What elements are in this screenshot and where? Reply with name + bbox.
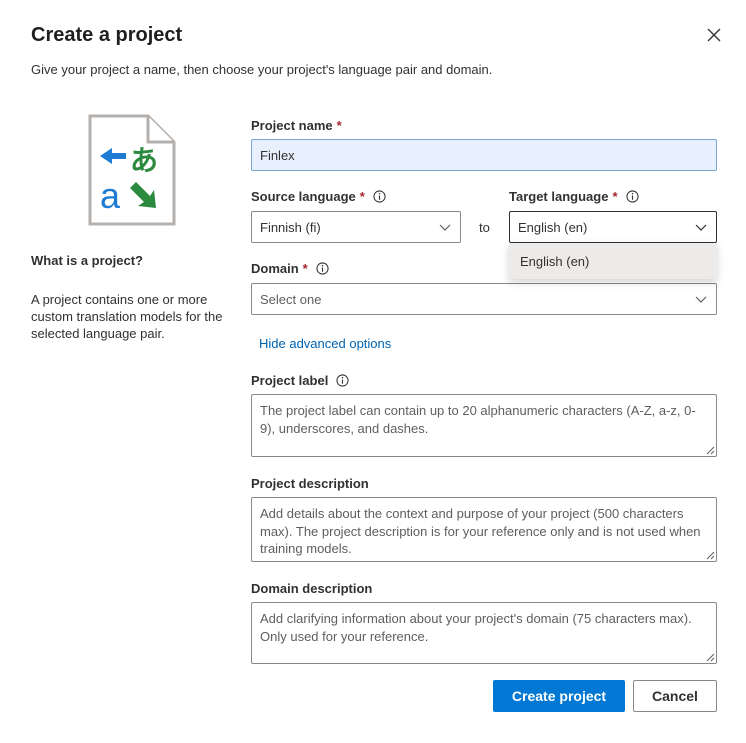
domain-label: Domain * — [251, 261, 329, 276]
dialog-subtitle: Give your project a name, then choose yo… — [31, 62, 493, 77]
project-label-label: Project label — [251, 373, 349, 388]
what-is-project-body: A project contains one or more custom tr… — [31, 292, 223, 341]
required-mark: * — [302, 261, 308, 276]
translate-document-icon: あ a — [86, 112, 178, 228]
target-language-value: English (en) — [518, 219, 588, 235]
close-icon — [707, 28, 721, 42]
resize-grip-icon[interactable] — [706, 551, 715, 560]
source-language-value: Finnish (fi) — [260, 219, 321, 235]
what-is-project-heading: What is a project? — [31, 253, 143, 268]
info-icon[interactable] — [625, 190, 639, 203]
domain-select[interactable]: Select one — [251, 283, 717, 315]
resize-grip-icon[interactable] — [706, 653, 715, 662]
project-name-label: Project name * — [251, 118, 342, 133]
svg-text:a: a — [100, 175, 121, 216]
project-description-placeholder: Add details about the context and purpos… — [260, 506, 701, 556]
create-project-button[interactable]: Create project — [493, 680, 625, 712]
chevron-down-icon — [695, 224, 707, 231]
target-language-label: Target language * — [509, 189, 639, 204]
project-description-label: Project description — [251, 476, 369, 491]
required-mark: * — [612, 189, 618, 204]
project-name-input[interactable]: Finlex — [251, 139, 717, 171]
hide-advanced-options-link[interactable]: Hide advanced options — [259, 336, 391, 351]
target-language-select[interactable]: English (en) — [509, 211, 717, 243]
close-button[interactable] — [701, 22, 727, 48]
chevron-down-icon — [439, 224, 451, 231]
chevron-down-icon — [695, 296, 707, 303]
resize-grip-icon[interactable] — [706, 446, 715, 455]
domain-description-textarea[interactable]: Add clarifying information about your pr… — [251, 602, 717, 664]
svg-text:あ: あ — [130, 144, 158, 177]
to-separator: to — [479, 220, 490, 235]
target-language-option[interactable]: English (en) — [509, 243, 717, 279]
info-icon[interactable] — [316, 262, 329, 275]
domain-description-label: Domain description — [251, 581, 373, 596]
info-icon[interactable] — [373, 190, 386, 203]
cancel-button[interactable]: Cancel — [633, 680, 717, 712]
domain-placeholder: Select one — [260, 291, 322, 307]
domain-description-placeholder: Add clarifying information about your pr… — [260, 611, 692, 644]
project-description-textarea[interactable]: Add details about the context and purpos… — [251, 497, 717, 562]
project-label-textarea[interactable]: The project label can contain up to 20 a… — [251, 394, 717, 457]
info-icon[interactable] — [336, 374, 349, 387]
required-mark: * — [336, 118, 342, 133]
required-mark: * — [359, 189, 365, 204]
project-label-placeholder: The project label can contain up to 20 a… — [260, 403, 696, 436]
dialog-title: Create a project — [31, 24, 183, 46]
source-language-label: Source language * — [251, 189, 386, 204]
source-language-select[interactable]: Finnish (fi) — [251, 211, 461, 243]
